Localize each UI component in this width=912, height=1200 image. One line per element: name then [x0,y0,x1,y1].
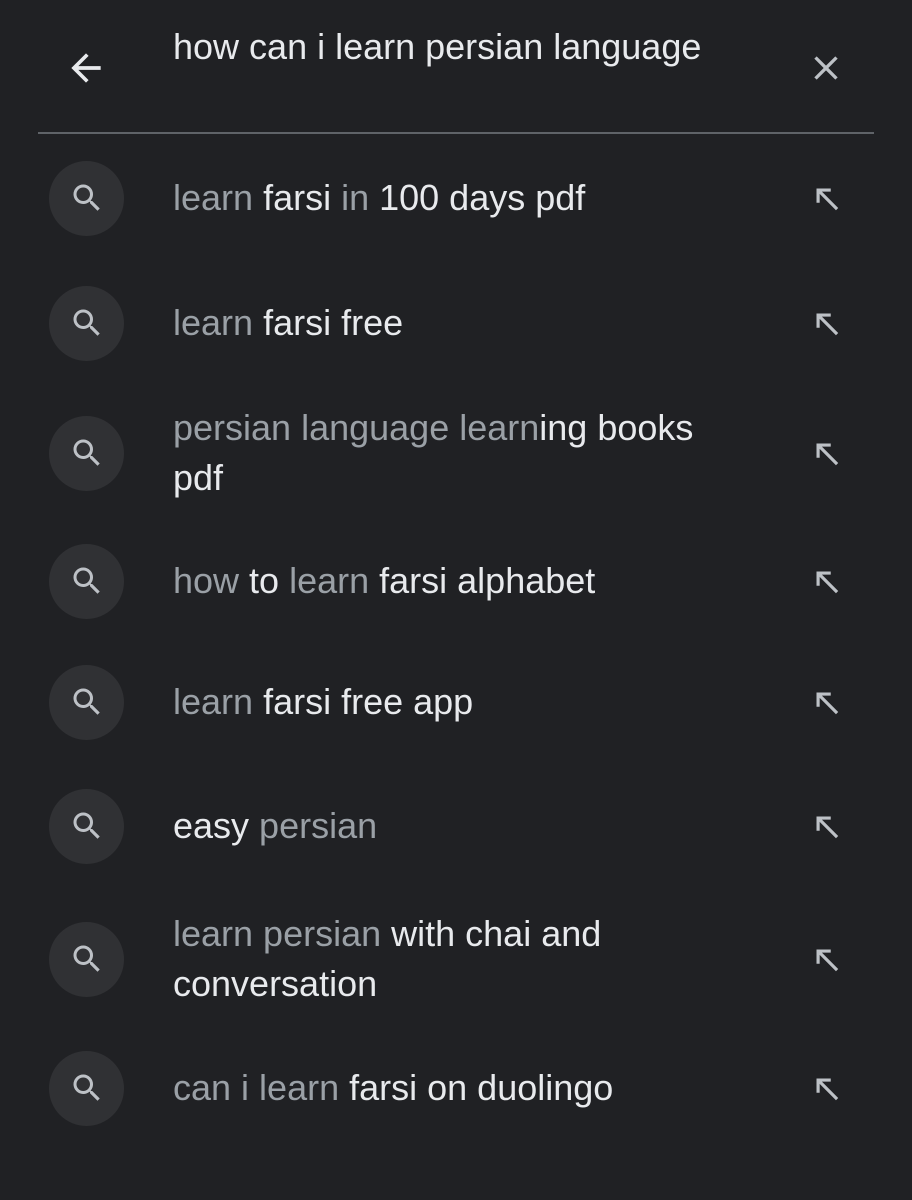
search-icon [73,567,100,594]
suggested-completion-text: farsi on duolingo [339,1067,614,1108]
suggested-completion-text: 100 days pdf [369,177,586,218]
fill-query-button[interactable] [796,796,856,856]
query-match-text: learn [173,177,254,218]
arrow-up-left-icon [816,692,839,715]
suggestion-item[interactable]: learn farsi free [0,262,912,384]
search-icon-circle [49,285,124,361]
suggestion-item[interactable]: learn farsi in 100 days pdf [0,134,912,262]
search-icon-circle [49,415,124,491]
suggestion-text: persian language learning books pdf [173,403,733,503]
search-icon [73,688,100,715]
search-icon-circle [49,921,124,997]
fill-query-button[interactable] [796,1058,856,1118]
suggested-completion-text: easy [173,805,260,846]
arrow-up-left-icon [816,949,839,972]
suggestion-item[interactable]: learn farsi free app [0,640,912,764]
suggestion-item[interactable]: learn persian with chai and conversation [0,888,912,1030]
query-match-text: learn persian [173,913,382,954]
suggestion-text: learn persian with chai and conversation [173,909,733,1009]
back-button[interactable] [56,38,116,98]
suggestion-item[interactable]: how to learn farsi alphabet [0,522,912,640]
query-match-text: can i learn [173,1067,340,1108]
suggestion-text: how to learn farsi alphabet [173,556,733,606]
suggestion-item[interactable]: can i learn farsi on duolingo [0,1030,912,1146]
close-icon [814,56,838,80]
search-query-input[interactable]: how can i learn persian language [173,22,763,72]
search-icon [73,812,100,839]
arrow-up-left-icon [816,571,839,594]
query-match-text: how [173,560,240,601]
search-icon-circle [49,788,124,864]
fill-query-button[interactable] [796,929,856,989]
suggested-completion-text: farsi alphabet [369,560,596,601]
query-match-text: in [341,177,370,218]
suggestion-item[interactable]: persian language learning books pdf [0,384,912,522]
query-match-text: learn [289,560,370,601]
search-icon-circle [49,1050,124,1126]
arrow-up-left-icon [816,313,839,336]
fill-query-button[interactable] [796,551,856,611]
arrow-left-icon [71,53,101,83]
suggested-completion-text: farsi free app [253,681,474,722]
search-icon [73,1074,100,1101]
arrow-up-left-icon [816,188,839,211]
suggested-completion-text: to [239,560,290,601]
query-match-text: learn [173,302,254,343]
suggestion-text: can i learn farsi on duolingo [173,1063,733,1113]
clear-button[interactable] [796,38,856,98]
arrow-up-left-icon [816,443,839,466]
fill-query-button[interactable] [796,423,856,483]
search-icon-circle [49,543,124,619]
search-icon [73,309,100,336]
fill-query-button[interactable] [796,672,856,732]
arrow-up-left-icon [816,1078,839,1101]
suggested-completion-text: farsi free [253,302,404,343]
suggested-completion-text: farsi [253,177,342,218]
search-icon [73,945,100,972]
arrow-up-left-icon [816,816,839,839]
fill-query-button[interactable] [796,293,856,353]
search-icon-circle [49,664,124,740]
suggestion-text: learn farsi in 100 days pdf [173,173,733,223]
fill-query-button[interactable] [796,168,856,228]
suggestion-item[interactable]: easy persian [0,764,912,888]
suggestion-text: learn farsi free app [173,677,733,727]
suggestion-text: easy persian [173,801,733,851]
query-match-text: learn [173,681,254,722]
query-match-text: persian language learn [173,407,540,448]
search-icon-circle [49,160,124,236]
search-icon [73,184,100,211]
query-match-text: persian [259,805,378,846]
suggestion-text: learn farsi free [173,298,733,348]
search-header: how can i learn persian language [0,0,912,134]
search-icon [73,439,100,466]
